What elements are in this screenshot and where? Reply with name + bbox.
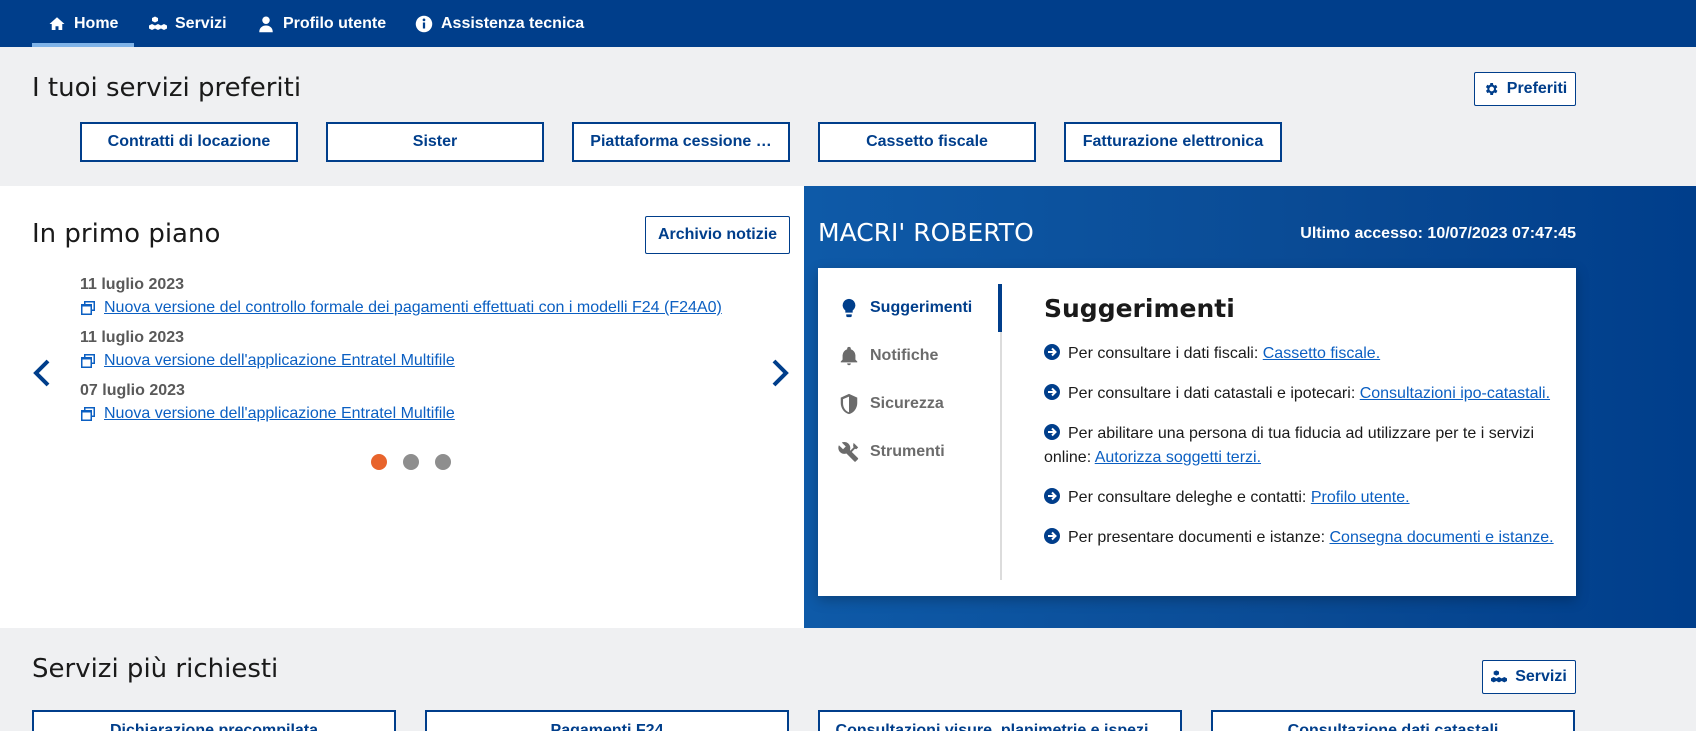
requested-title: Servizi più richiesti <box>32 654 279 684</box>
news-link-text: Nuova versione del controllo formale dei… <box>104 299 722 316</box>
news-archive-button[interactable]: Archivio notizie <box>645 216 790 254</box>
nav-item-home[interactable]: Home <box>31 0 136 47</box>
arrow-circle-right-icon <box>1044 488 1060 504</box>
bell-icon <box>840 346 858 366</box>
news-link-text: Nuova versione dell'applicazione Entrate… <box>104 352 455 369</box>
gear-icon <box>1485 83 1498 95</box>
news-date: 07 luglio 2023 <box>80 382 185 399</box>
chevron-right-icon <box>772 359 789 387</box>
carousel-dot[interactable] <box>435 454 451 470</box>
tip-text: Per consultare i dati catastali e ipotec… <box>1068 385 1360 402</box>
requested-service-tile[interactable]: Pagamenti F24 <box>425 710 789 731</box>
news-link-text: Nuova versione dell'applicazione Entrate… <box>104 405 455 422</box>
lightbulb-icon <box>842 298 856 318</box>
tab-suggerimenti[interactable]: Suggerimenti <box>838 296 972 320</box>
nav-item-profilo-utente[interactable]: Profilo utente <box>257 0 386 47</box>
user-card: Suggerimenti Notifiche Sicurezza Strumen… <box>818 268 1576 596</box>
user-panel: MACRI' ROBERTO Ultimo accesso: 10/07/202… <box>804 186 1696 628</box>
favorite-tile[interactable]: Sister <box>326 122 544 162</box>
services-button-label: Servizi <box>1515 668 1567 685</box>
tip-item: Per consultare deleghe e contatti: Profi… <box>1044 486 1554 510</box>
window-restore-icon <box>81 407 95 421</box>
carousel-next-button[interactable] <box>766 354 794 392</box>
favorite-tile[interactable]: Piattaforma cessione … <box>572 122 790 162</box>
favorite-tile[interactable]: Fatturazione elettronica <box>1064 122 1282 162</box>
favorite-tile[interactable]: Contratti di locazione <box>80 122 298 162</box>
tab-label: Sicurezza <box>870 395 944 412</box>
nav-item-assistenza-tecnica[interactable]: Assistenza tecnica <box>415 0 584 47</box>
tip-item: Per consultare i dati catastali e ipotec… <box>1044 382 1554 406</box>
arrow-circle-right-icon <box>1044 344 1060 360</box>
side-active-indicator <box>998 284 1002 332</box>
favorites-title: I tuoi servizi preferiti <box>32 73 302 103</box>
news-date: 11 luglio 2023 <box>80 276 185 293</box>
nav-item-label: Servizi <box>175 14 227 32</box>
services-button[interactable]: Servizi <box>1482 660 1576 694</box>
requested-service-tile[interactable]: Dichiarazione precompilata <box>32 710 396 731</box>
tip-link[interactable]: Consegna documenti e istanze. <box>1329 529 1553 546</box>
tools-icon <box>838 442 859 462</box>
tip-text: Per consultare deleghe e contatti: <box>1068 489 1311 506</box>
home-icon <box>49 16 65 30</box>
tab-sicurezza[interactable]: Sicurezza <box>838 392 944 416</box>
tip-text: Per presentare documenti e istanze: <box>1068 529 1330 546</box>
top-navigation: Home Servizi Profilo utente Assistenza t… <box>0 0 1696 47</box>
news-link[interactable]: Nuova versione dell'applicazione Entrate… <box>80 405 455 423</box>
info-icon <box>415 15 433 32</box>
favorites-button-label: Preferiti <box>1506 80 1568 97</box>
user-icon <box>259 16 273 32</box>
cubes-icon <box>1491 670 1508 683</box>
tab-notifiche[interactable]: Notifiche <box>838 344 938 368</box>
arrow-circle-right-icon <box>1044 528 1060 544</box>
shield-icon <box>840 393 858 415</box>
news-link[interactable]: Nuova versione del controllo formale dei… <box>80 299 722 317</box>
news-title: In primo piano <box>32 219 221 249</box>
arrow-circle-right-icon <box>1044 384 1060 400</box>
nav-item-servizi[interactable]: Servizi <box>149 0 227 47</box>
user-name: MACRI' ROBERTO <box>818 218 1034 247</box>
tip-item: Per presentare documenti e istanze: Cons… <box>1044 526 1554 550</box>
last-access: Ultimo accesso: 10/07/2023 07:47:45 <box>1300 225 1576 242</box>
requested-service-tile[interactable]: Consultazione dati catastali <box>1211 710 1575 731</box>
carousel-dot[interactable] <box>403 454 419 470</box>
carousel-prev-button[interactable] <box>28 354 56 392</box>
nav-item-label: Assistenza tecnica <box>441 14 585 32</box>
nav-item-label: Profilo utente <box>283 14 387 32</box>
panel-title: Suggerimenti <box>1044 294 1235 323</box>
tip-link[interactable]: Profilo utente. <box>1311 489 1410 506</box>
window-restore-icon <box>81 354 95 368</box>
tab-label: Strumenti <box>870 443 945 460</box>
news-section: In primo piano Archivio notizie 11 lugli… <box>0 186 804 628</box>
cubes-icon <box>149 16 167 30</box>
news-date: 11 luglio 2023 <box>80 329 185 346</box>
tip-link[interactable]: Consultazioni ipo-catastali. <box>1360 385 1550 402</box>
window-restore-icon <box>81 301 95 315</box>
tab-strumenti[interactable]: Strumenti <box>838 440 945 464</box>
tip-link[interactable]: Cassetto fiscale. <box>1263 345 1380 362</box>
favorites-settings-button[interactable]: Preferiti <box>1474 72 1576 106</box>
tab-label: Notifiche <box>870 347 939 364</box>
tip-link[interactable]: Autorizza soggetti terzi. <box>1095 449 1261 466</box>
tab-label: Suggerimenti <box>870 299 973 316</box>
news-link[interactable]: Nuova versione dell'applicazione Entrate… <box>80 352 455 370</box>
favorites-section: I tuoi servizi preferiti Preferiti Contr… <box>0 47 1696 186</box>
tip-item: Per abilitare una persona di tua fiducia… <box>1044 422 1554 470</box>
tip-text: Per consultare i dati fiscali: <box>1068 345 1263 362</box>
carousel-dot[interactable] <box>371 454 387 470</box>
requested-services-section: Servizi più richiesti Servizi Dichiarazi… <box>0 628 1696 731</box>
nav-item-label: Home <box>74 14 119 32</box>
requested-service-tile[interactable]: Consultazioni visure, planimetrie e ispe… <box>818 710 1182 731</box>
chevron-left-icon <box>33 359 50 387</box>
favorite-tile[interactable]: Cassetto fiscale <box>818 122 1036 162</box>
tip-item: Per consultare i dati fiscali: Cassetto … <box>1044 342 1554 366</box>
arrow-circle-right-icon <box>1044 424 1060 440</box>
